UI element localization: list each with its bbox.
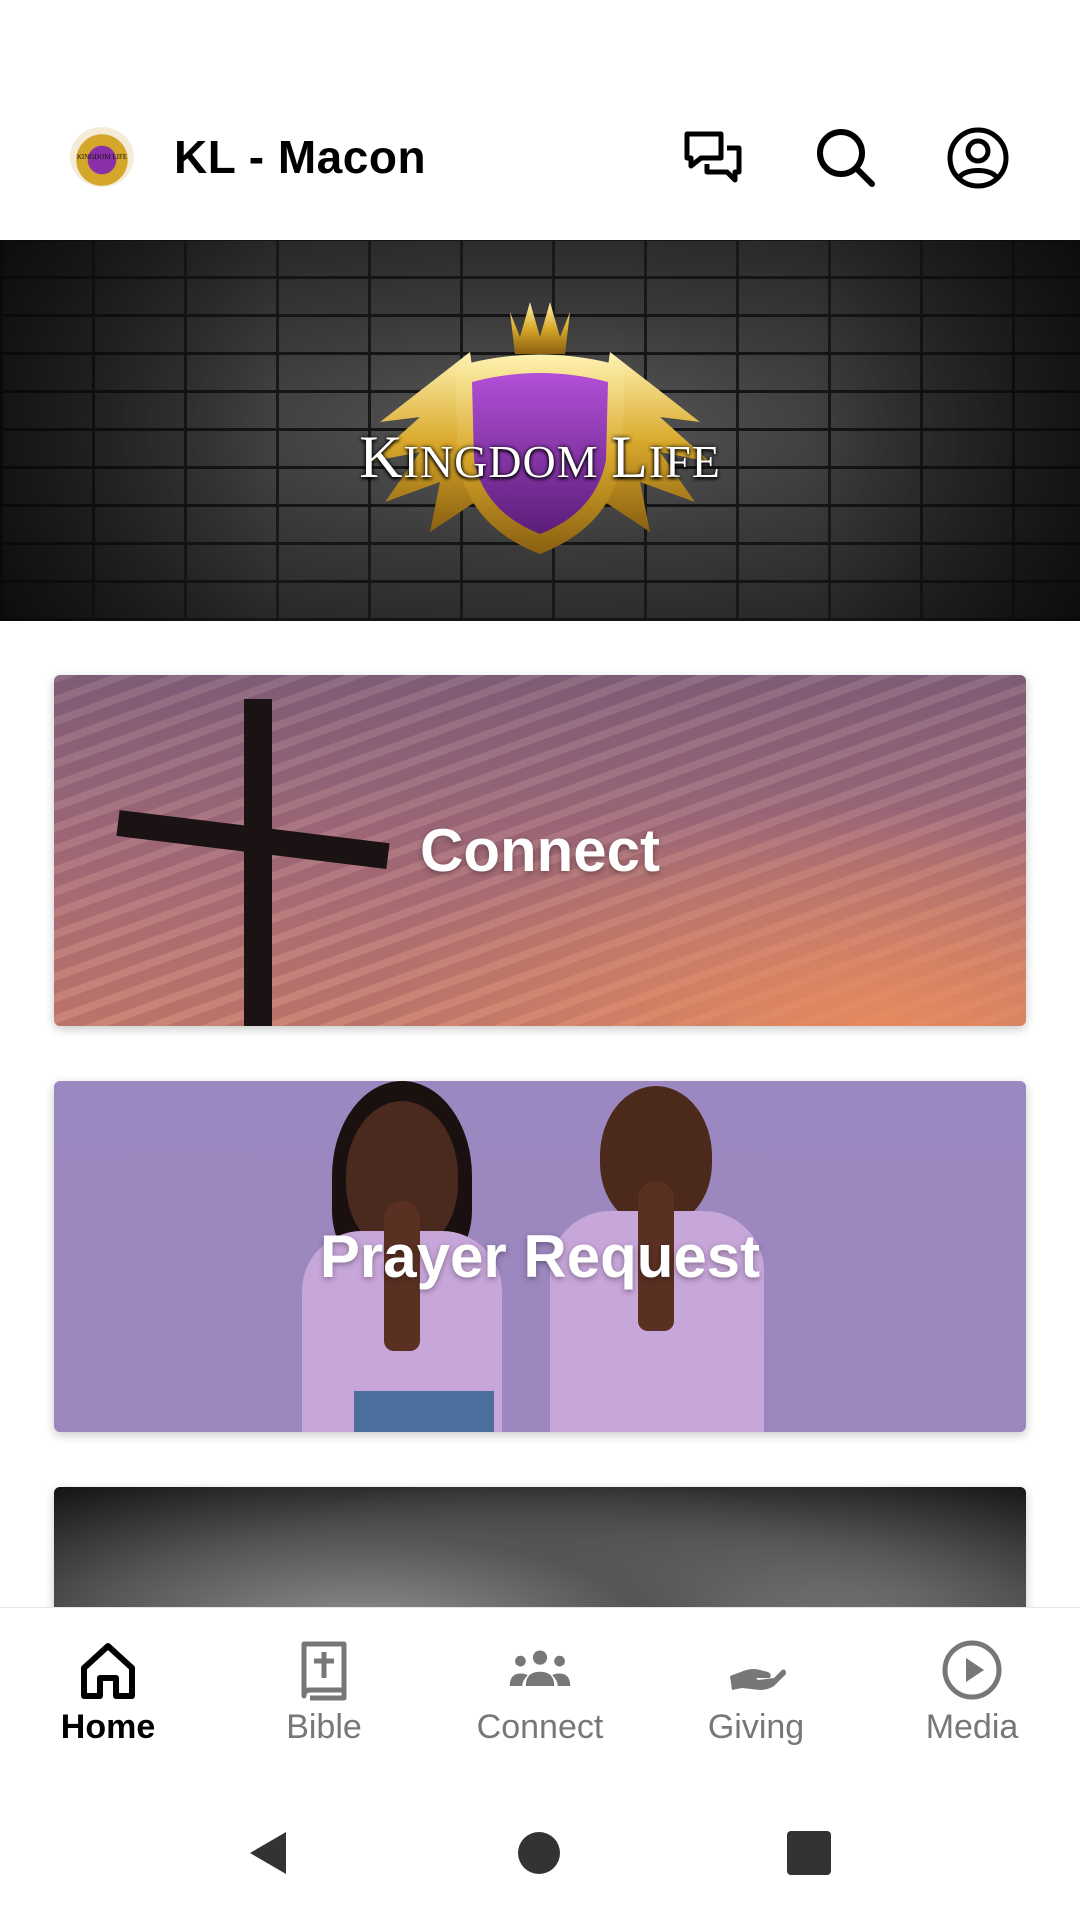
- connect-card[interactable]: Connect: [54, 675, 1026, 1026]
- hero-banner: KINGDOM LIFE: [0, 240, 1080, 621]
- church-logo: KINGDOM LIFE: [70, 127, 134, 187]
- back-icon[interactable]: [244, 1828, 294, 1878]
- home-circle-icon[interactable]: [514, 1828, 564, 1878]
- bottom-navigation: Home Bible Connect Giving Media: [0, 1607, 1080, 1782]
- banner-title: KINGDOM LIFE: [359, 424, 721, 490]
- account-icon: [947, 127, 1009, 189]
- logo-text: KINGDOM LIFE: [76, 153, 128, 161]
- app-screen: KINGDOM LIFE KL - Macon KINGDOM LIFE Con…: [0, 0, 1080, 1920]
- play-circle-icon: [942, 1640, 1002, 1700]
- people-icon: [509, 1650, 571, 1686]
- nav-label-bible: Bible: [286, 1708, 362, 1746]
- chat-icon: [684, 131, 742, 183]
- nav-label-connect: Connect: [476, 1708, 604, 1746]
- nav-label-home: Home: [60, 1708, 156, 1746]
- home-icon: [81, 1643, 135, 1699]
- search-button[interactable]: [814, 126, 878, 190]
- nav-item-connect[interactable]: Connect: [432, 1608, 648, 1782]
- prayer-request-card[interactable]: Prayer Request: [54, 1081, 1026, 1432]
- bible-icon: [301, 1641, 347, 1701]
- nav-item-giving[interactable]: Giving: [648, 1608, 864, 1782]
- nav-item-home[interactable]: Home: [0, 1608, 216, 1782]
- nav-item-bible[interactable]: Bible: [216, 1608, 432, 1782]
- cross-icon: [244, 699, 272, 1026]
- chat-button[interactable]: [681, 126, 745, 190]
- recent-apps-icon[interactable]: [784, 1828, 834, 1878]
- system-navigation-bar: [0, 1782, 1080, 1920]
- connect-card-label: Connect: [420, 817, 660, 884]
- nav-label-giving: Giving: [707, 1708, 805, 1746]
- search-icon: [817, 129, 875, 187]
- account-button[interactable]: [946, 126, 1010, 190]
- top-app-bar: KINGDOM LIFE KL - Macon: [0, 100, 1080, 215]
- giving-hand-icon: [730, 1669, 786, 1690]
- nav-item-media[interactable]: Media: [864, 1608, 1080, 1782]
- prayer-request-card-label: Prayer Request: [319, 1223, 761, 1290]
- app-title: KL - Macon: [174, 131, 427, 183]
- nav-label-media: Media: [925, 1708, 1019, 1746]
